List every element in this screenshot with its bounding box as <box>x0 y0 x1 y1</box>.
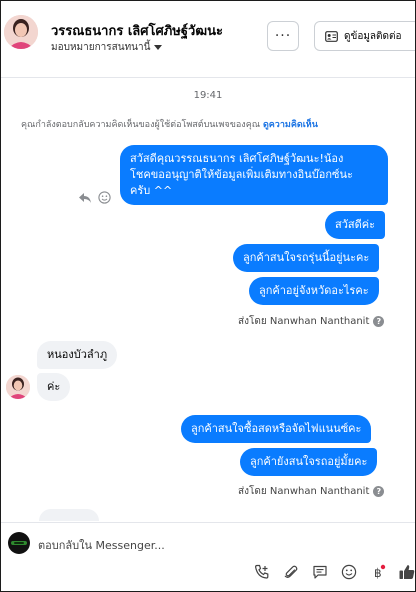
view-comment-link[interactable]: ดูความคิดเห็น <box>263 120 318 130</box>
avatar[interactable] <box>6 375 30 399</box>
help-icon[interactable]: ? <box>373 486 385 497</box>
outgoing-message[interactable]: ลูกค้าอยู่จังหวัดอะไรคะ <box>249 277 379 305</box>
composer-toolbar: ฿ <box>247 561 415 583</box>
attach-button[interactable] <box>276 561 305 583</box>
contact-name: วรรณธนากร เลิศโศภิษฐ์วัฒนะ <box>51 24 223 39</box>
emoji-button[interactable] <box>334 561 363 583</box>
saved-reply-icon <box>312 565 327 579</box>
message-line: ครับ ^^ <box>130 184 173 197</box>
more-icon: ··· <box>274 28 292 44</box>
avatar[interactable] <box>4 15 38 49</box>
conversation-window: วรรณธนากร เลิศโศภิษฐ์วัฒนะ มอบหมายการสนท… <box>0 0 416 592</box>
incoming-message[interactable]: ค่ะ <box>37 373 71 401</box>
sent-by-label: ส่งโดย Nanwhan Nanthanit ? <box>238 314 385 329</box>
chevron-down-icon <box>154 45 163 50</box>
assign-dropdown[interactable]: มอบหมายการสนทนานี้ <box>51 40 163 55</box>
message-actions <box>78 191 111 204</box>
contact-card-icon <box>325 30 338 42</box>
outgoing-message[interactable]: สวัสดีคุณวรรณธนากร เลิศโศภิษฐ์วัฒนะ!น้อง… <box>120 145 388 205</box>
message-text: ลูกค้ายังสนใจรถอยู่มั้ยคะ <box>250 455 368 468</box>
emoji-icon[interactable] <box>98 191 111 204</box>
call-add-button[interactable] <box>247 561 276 583</box>
context-text: คุณกำลังตอบกลับความคิดเห็นของผู้ใช้ต่อโพ… <box>21 120 261 130</box>
like-button[interactable] <box>392 561 415 583</box>
help-icon[interactable]: ? <box>373 316 385 327</box>
message-timestamp: 19:41 <box>193 90 223 101</box>
message-text: หนองบัวลำภู <box>47 348 108 361</box>
assign-label: มอบหมายการสนทนานี้ <box>51 42 151 53</box>
like-icon <box>399 565 414 579</box>
reply-composer: ตอบกลับใน Messenger... ฿ <box>1 522 415 591</box>
saved-reply-button[interactable] <box>305 561 334 583</box>
outgoing-message[interactable]: ลูกค้าสนใจรถรุ่นนี้อยู่นะคะ <box>233 244 380 272</box>
message-line: โชคขออนุญาติให้ข้อมูลเพิ่มเติมทางอินบ๊อก… <box>130 168 353 181</box>
page-avatar <box>8 532 30 554</box>
view-contact-button[interactable]: ดูข้อมูลติดต่อ <box>314 21 415 51</box>
currency-icon: ฿ <box>374 564 385 580</box>
svg-text:฿: ฿ <box>374 566 382 580</box>
incoming-message[interactable]: หนองบัวลำภู <box>37 341 118 369</box>
outgoing-message[interactable]: สวัสดีค่ะ <box>325 211 386 239</box>
more-options-button[interactable]: ··· <box>267 21 299 51</box>
partial-message <box>39 509 99 521</box>
call-add-icon <box>254 564 268 579</box>
attachment-icon <box>284 565 297 578</box>
reply-icon[interactable] <box>78 192 92 204</box>
comment-context-notice: คุณกำลังตอบกลับความคิดเห็นของผู้ใช้ต่อโพ… <box>21 117 318 131</box>
view-contact-label: ดูข้อมูลติดต่อ <box>344 30 402 42</box>
emoji-icon <box>341 564 356 580</box>
message-line: สวัสดีคุณวรรณธนากร เลิศโศภิษฐ์วัฒนะ!น้อง <box>130 152 344 165</box>
sent-by-label: ส่งโดย Nanwhan Nanthanit ? <box>238 484 385 499</box>
payment-button[interactable]: ฿ <box>363 561 392 583</box>
message-text: ลูกค้าสนใจรถรุ่นนี้อยู่นะคะ <box>243 251 370 264</box>
outgoing-message[interactable]: ลูกค้าสนใจซื้อสดหรือจัดไฟแนนซ์คะ <box>181 415 372 443</box>
sent-by-text: ส่งโดย Nanwhan Nanthanit <box>238 486 370 497</box>
message-text: ลูกค้าอยู่จังหวัดอะไรคะ <box>259 284 369 297</box>
conversation-header: วรรณธนากร เลิศโศภิษฐ์วัฒนะ มอบหมายการสนท… <box>1 1 415 78</box>
message-text: สวัสดีค่ะ <box>335 218 376 231</box>
reply-input[interactable]: ตอบกลับใน Messenger... <box>38 536 165 554</box>
outgoing-message[interactable]: ลูกค้ายังสนใจรถอยู่มั้ยคะ <box>240 448 378 476</box>
message-text: ลูกค้าสนใจซื้อสดหรือจัดไฟแนนซ์คะ <box>191 422 362 435</box>
message-text: ค่ะ <box>47 380 61 393</box>
sent-by-text: ส่งโดย Nanwhan Nanthanit <box>238 316 370 327</box>
